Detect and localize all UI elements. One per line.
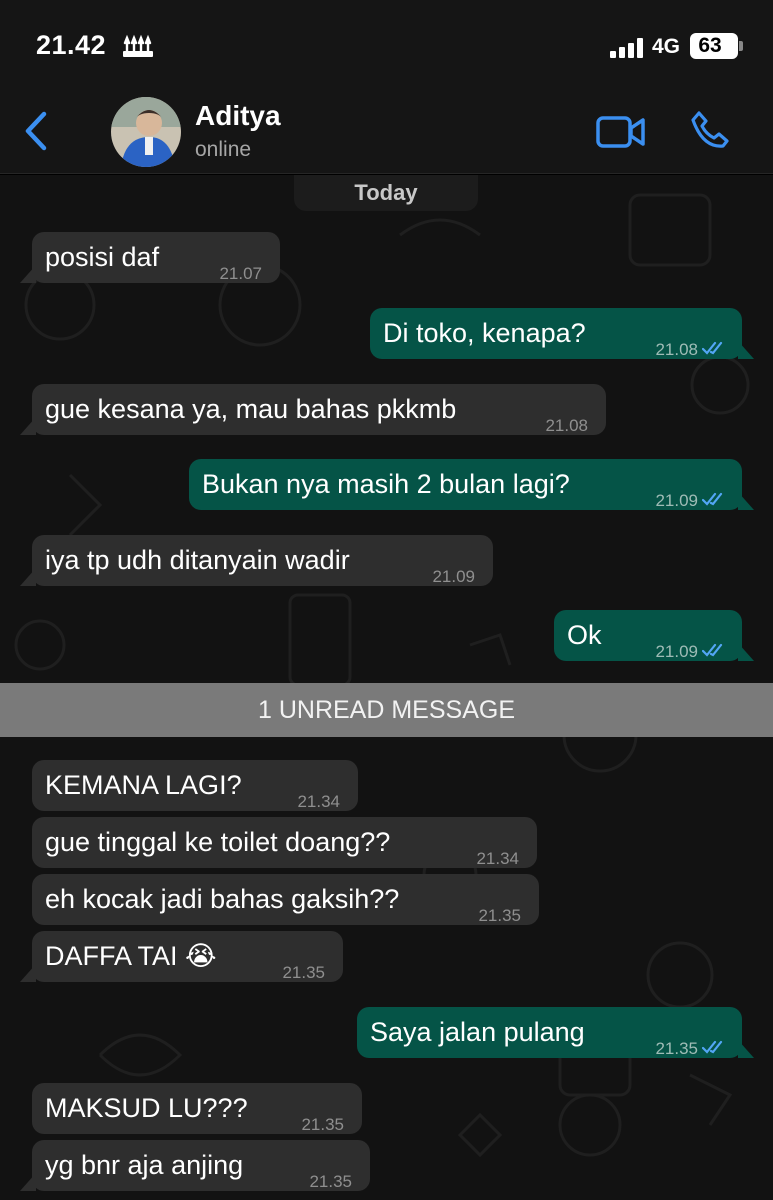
message-time: 21.34 xyxy=(476,849,519,868)
message-time: 21.35 xyxy=(309,1172,352,1191)
message-bubble-incoming[interactable]: gue kesana ya, mau bahas pkkmb 21.08 xyxy=(20,384,606,435)
battery-level: 63 xyxy=(698,34,722,57)
message-text: Di toko, kenapa? xyxy=(383,318,586,348)
message-bubble-incoming[interactable]: posisi daf 21.07 xyxy=(20,232,280,283)
message-bubble-outgoing[interactable]: Ok 21.09 xyxy=(554,610,754,661)
phone-icon[interactable] xyxy=(690,110,730,150)
message-text: MAKSUD LU??? xyxy=(45,1093,248,1123)
message-time: 21.09 xyxy=(432,567,475,586)
message-text: Saya jalan pulang xyxy=(370,1017,585,1047)
cellular-carrier-badge-icon xyxy=(123,34,153,57)
message-text: DAFFA TAI 😭 xyxy=(45,941,217,971)
status-bar: 21.42 4G 63 xyxy=(0,0,773,90)
message-text: KEMANA LAGI? xyxy=(45,770,242,800)
contact-status: online xyxy=(195,138,252,161)
date-separator: Today xyxy=(294,175,478,211)
message-time: 21.07 xyxy=(219,264,262,283)
message-time: 21.35 xyxy=(301,1115,344,1134)
message-bubble-incoming[interactable]: eh kocak jadi bahas gaksih?? 21.35 xyxy=(32,874,539,925)
status-time: 21.42 xyxy=(36,30,107,60)
chevron-left-icon[interactable] xyxy=(22,110,50,152)
avatar[interactable] xyxy=(111,97,181,167)
message-text: gue tinggal ke toilet doang?? xyxy=(45,827,391,857)
message-bubble-incoming[interactable]: gue tinggal ke toilet doang?? 21.34 xyxy=(32,817,537,868)
message-time: 21.08 xyxy=(545,416,588,435)
battery-icon: 63 xyxy=(690,33,738,59)
message-time: 21.35 xyxy=(282,963,325,982)
message-bubble-incoming[interactable]: MAKSUD LU??? 21.35 xyxy=(32,1083,362,1134)
message-time: 21.35 xyxy=(478,906,521,925)
message-time: 21.35 xyxy=(655,1039,698,1058)
message-time: 21.34 xyxy=(297,792,340,811)
message-time: 21.09 xyxy=(655,642,698,661)
message-bubble-outgoing[interactable]: Di toko, kenapa? 21.08 xyxy=(370,308,754,359)
unread-messages-divider: 1 UNREAD MESSAGE xyxy=(0,683,773,737)
message-text: posisi daf xyxy=(45,242,160,272)
chat-header: Aditya online xyxy=(0,90,773,174)
message-bubble-incoming[interactable]: yg bnr aja anjing 21.35 xyxy=(20,1140,370,1191)
message-time: 21.09 xyxy=(655,491,698,510)
contact-name[interactable]: Aditya xyxy=(195,100,281,132)
message-text: yg bnr aja anjing xyxy=(45,1150,244,1180)
network-type: 4G xyxy=(652,35,681,58)
message-text: Bukan nya masih 2 bulan lagi? xyxy=(202,469,570,499)
message-time: 21.08 xyxy=(655,340,698,359)
message-bubble-incoming[interactable]: iya tp udh ditanyain wadir 21.09 xyxy=(20,535,493,586)
message-text: eh kocak jadi bahas gaksih?? xyxy=(45,884,400,914)
message-bubble-outgoing[interactable]: Saya jalan pulang 21.35 xyxy=(357,1007,754,1058)
message-text: iya tp udh ditanyain wadir xyxy=(45,545,350,575)
double-check-icon xyxy=(702,1040,723,1054)
message-text: Ok xyxy=(567,620,602,650)
message-bubble-incoming[interactable]: KEMANA LAGI? 21.34 xyxy=(32,760,358,811)
signal-strength-icon xyxy=(610,38,643,58)
chat-area[interactable]: Today posisi daf 21.07 Di toko, kenapa? … xyxy=(0,175,773,1200)
message-bubble-outgoing[interactable]: Bukan nya masih 2 bulan lagi? 21.09 xyxy=(189,459,754,510)
double-check-icon xyxy=(702,643,723,657)
battery-terminal xyxy=(739,41,743,51)
message-bubble-incoming[interactable]: DAFFA TAI 😭 21.35 xyxy=(20,931,343,982)
double-check-icon xyxy=(702,492,723,506)
video-camera-icon[interactable] xyxy=(596,114,646,150)
double-check-icon xyxy=(702,341,723,355)
message-text: gue kesana ya, mau bahas pkkmb xyxy=(45,394,457,424)
